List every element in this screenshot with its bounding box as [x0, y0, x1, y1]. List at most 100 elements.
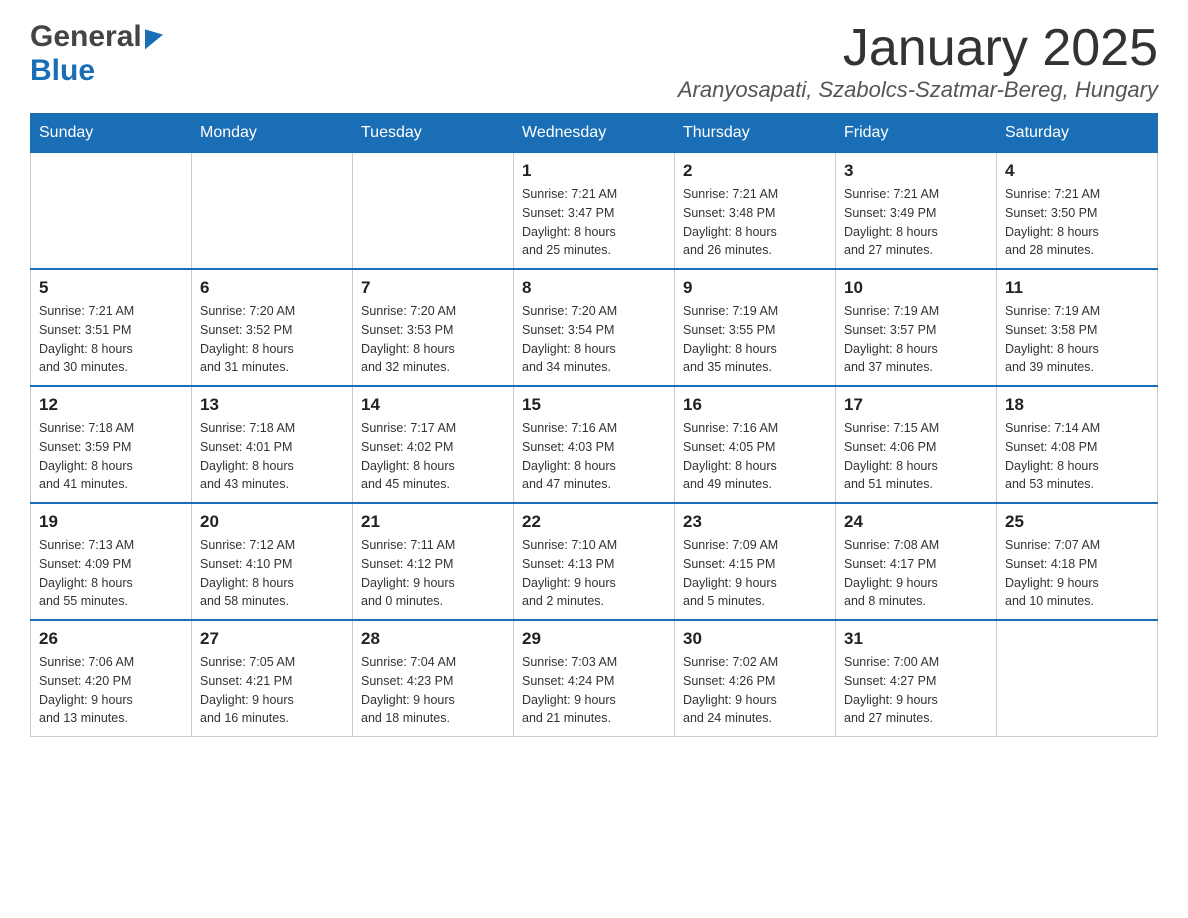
day-info: Sunrise: 7:16 AMSunset: 4:03 PMDaylight:…: [522, 419, 666, 494]
calendar-day-cell: 10 Sunrise: 7:19 AMSunset: 3:57 PMDayligh…: [836, 269, 997, 386]
weekday-header-row: SundayMondayTuesdayWednesdayThursdayFrid…: [31, 114, 1158, 153]
day-number: 8: [522, 278, 666, 298]
day-info: Sunrise: 7:19 AMSunset: 3:57 PMDaylight:…: [844, 302, 988, 377]
day-number: 23: [683, 512, 827, 532]
weekday-header-wednesday: Wednesday: [514, 114, 675, 153]
logo-arrow-icon: [145, 25, 163, 50]
day-number: 10: [844, 278, 988, 298]
day-info: Sunrise: 7:11 AMSunset: 4:12 PMDaylight:…: [361, 536, 505, 611]
calendar-week-row: 19 Sunrise: 7:13 AMSunset: 4:09 PMDayligh…: [31, 503, 1158, 620]
day-info: Sunrise: 7:07 AMSunset: 4:18 PMDaylight:…: [1005, 536, 1149, 611]
day-number: 1: [522, 161, 666, 181]
weekday-header-saturday: Saturday: [997, 114, 1158, 153]
calendar-day-cell: 3 Sunrise: 7:21 AMSunset: 3:49 PMDaylight…: [836, 153, 997, 270]
day-info: Sunrise: 7:18 AMSunset: 4:01 PMDaylight:…: [200, 419, 344, 494]
day-number: 13: [200, 395, 344, 415]
day-info: Sunrise: 7:00 AMSunset: 4:27 PMDaylight:…: [844, 653, 988, 728]
day-info: Sunrise: 7:06 AMSunset: 4:20 PMDaylight:…: [39, 653, 183, 728]
day-info: Sunrise: 7:04 AMSunset: 4:23 PMDaylight:…: [361, 653, 505, 728]
day-number: 3: [844, 161, 988, 181]
day-info: Sunrise: 7:19 AMSunset: 3:58 PMDaylight:…: [1005, 302, 1149, 377]
day-info: Sunrise: 7:21 AMSunset: 3:51 PMDaylight:…: [39, 302, 183, 377]
weekday-header-friday: Friday: [836, 114, 997, 153]
calendar-day-cell: 28 Sunrise: 7:04 AMSunset: 4:23 PMDayligh…: [353, 620, 514, 737]
calendar-day-cell: 30Sunrise: 7:02 AMSunset: 4:26 PMDayligh…: [675, 620, 836, 737]
day-number: 2: [683, 161, 827, 181]
logo: General Blue: [30, 20, 163, 88]
calendar-day-cell: 29 Sunrise: 7:03 AMSunset: 4:24 PMDayligh…: [514, 620, 675, 737]
calendar-day-cell: 31 Sunrise: 7:00 AMSunset: 4:27 PMDayligh…: [836, 620, 997, 737]
day-number: 30: [683, 629, 827, 649]
calendar-week-row: 26Sunrise: 7:06 AMSunset: 4:20 PMDayligh…: [31, 620, 1158, 737]
day-info: Sunrise: 7:20 AMSunset: 3:53 PMDaylight:…: [361, 302, 505, 377]
day-info: Sunrise: 7:21 AMSunset: 3:49 PMDaylight:…: [844, 185, 988, 260]
day-number: 5: [39, 278, 183, 298]
calendar-day-cell: 8 Sunrise: 7:20 AMSunset: 3:54 PMDaylight…: [514, 269, 675, 386]
page-header: General Blue January 2025 Aranyosapati, …: [30, 20, 1158, 103]
calendar-day-cell: 13 Sunrise: 7:18 AMSunset: 4:01 PMDayligh…: [192, 386, 353, 503]
calendar-day-cell: 26Sunrise: 7:06 AMSunset: 4:20 PMDayligh…: [31, 620, 192, 737]
day-number: 14: [361, 395, 505, 415]
day-info: Sunrise: 7:18 AMSunset: 3:59 PMDaylight:…: [39, 419, 183, 494]
day-info: Sunrise: 7:19 AMSunset: 3:55 PMDaylight:…: [683, 302, 827, 377]
day-number: 20: [200, 512, 344, 532]
day-info: Sunrise: 7:03 AMSunset: 4:24 PMDaylight:…: [522, 653, 666, 728]
calendar-day-cell: 17 Sunrise: 7:15 AMSunset: 4:06 PMDayligh…: [836, 386, 997, 503]
calendar-day-cell: [353, 153, 514, 270]
day-info: Sunrise: 7:21 AMSunset: 3:47 PMDaylight:…: [522, 185, 666, 260]
calendar-week-row: 12 Sunrise: 7:18 AMSunset: 3:59 PMDayligh…: [31, 386, 1158, 503]
calendar-table: SundayMondayTuesdayWednesdayThursdayFrid…: [30, 113, 1158, 737]
day-info: Sunrise: 7:15 AMSunset: 4:06 PMDaylight:…: [844, 419, 988, 494]
day-number: 29: [522, 629, 666, 649]
logo-blue-text: Blue: [30, 54, 95, 88]
day-number: 19: [39, 512, 183, 532]
day-number: 9: [683, 278, 827, 298]
calendar-day-cell: 1 Sunrise: 7:21 AMSunset: 3:47 PMDaylight…: [514, 153, 675, 270]
day-info: Sunrise: 7:20 AMSunset: 3:52 PMDaylight:…: [200, 302, 344, 377]
day-info: Sunrise: 7:21 AMSunset: 3:48 PMDaylight:…: [683, 185, 827, 260]
calendar-day-cell: 20 Sunrise: 7:12 AMSunset: 4:10 PMDayligh…: [192, 503, 353, 620]
calendar-day-cell: 14Sunrise: 7:17 AMSunset: 4:02 PMDayligh…: [353, 386, 514, 503]
calendar-day-cell: 15 Sunrise: 7:16 AMSunset: 4:03 PMDayligh…: [514, 386, 675, 503]
day-number: 6: [200, 278, 344, 298]
calendar-day-cell: 5 Sunrise: 7:21 AMSunset: 3:51 PMDaylight…: [31, 269, 192, 386]
title-section: January 2025 Aranyosapati, Szabolcs-Szat…: [678, 20, 1158, 103]
calendar-day-cell: 12 Sunrise: 7:18 AMSunset: 3:59 PMDayligh…: [31, 386, 192, 503]
day-number: 4: [1005, 161, 1149, 181]
day-number: 28: [361, 629, 505, 649]
calendar-day-cell: 24Sunrise: 7:08 AMSunset: 4:17 PMDayligh…: [836, 503, 997, 620]
weekday-header-monday: Monday: [192, 114, 353, 153]
calendar-day-cell: 21Sunrise: 7:11 AMSunset: 4:12 PMDayligh…: [353, 503, 514, 620]
day-number: 7: [361, 278, 505, 298]
day-info: Sunrise: 7:21 AMSunset: 3:50 PMDaylight:…: [1005, 185, 1149, 260]
logo-general-text: General: [30, 20, 142, 54]
calendar-day-cell: 18 Sunrise: 7:14 AMSunset: 4:08 PMDayligh…: [997, 386, 1158, 503]
day-info: Sunrise: 7:09 AMSunset: 4:15 PMDaylight:…: [683, 536, 827, 611]
calendar-day-cell: 6 Sunrise: 7:20 AMSunset: 3:52 PMDaylight…: [192, 269, 353, 386]
day-info: Sunrise: 7:10 AMSunset: 4:13 PMDaylight:…: [522, 536, 666, 611]
day-number: 17: [844, 395, 988, 415]
day-number: 31: [844, 629, 988, 649]
day-info: Sunrise: 7:14 AMSunset: 4:08 PMDaylight:…: [1005, 419, 1149, 494]
calendar-day-cell: [31, 153, 192, 270]
location-title: Aranyosapati, Szabolcs-Szatmar-Bereg, Hu…: [678, 77, 1158, 103]
calendar-day-cell: [192, 153, 353, 270]
day-info: Sunrise: 7:12 AMSunset: 4:10 PMDaylight:…: [200, 536, 344, 611]
month-title: January 2025: [678, 20, 1158, 77]
calendar-day-cell: [997, 620, 1158, 737]
day-number: 27: [200, 629, 344, 649]
day-number: 25: [1005, 512, 1149, 532]
day-number: 18: [1005, 395, 1149, 415]
day-info: Sunrise: 7:20 AMSunset: 3:54 PMDaylight:…: [522, 302, 666, 377]
weekday-header-sunday: Sunday: [31, 114, 192, 153]
day-info: Sunrise: 7:16 AMSunset: 4:05 PMDaylight:…: [683, 419, 827, 494]
calendar-day-cell: 7 Sunrise: 7:20 AMSunset: 3:53 PMDaylight…: [353, 269, 514, 386]
calendar-day-cell: 19 Sunrise: 7:13 AMSunset: 4:09 PMDayligh…: [31, 503, 192, 620]
calendar-day-cell: 22Sunrise: 7:10 AMSunset: 4:13 PMDayligh…: [514, 503, 675, 620]
weekday-header-tuesday: Tuesday: [353, 114, 514, 153]
day-number: 12: [39, 395, 183, 415]
calendar-day-cell: 23 Sunrise: 7:09 AMSunset: 4:15 PMDayligh…: [675, 503, 836, 620]
day-info: Sunrise: 7:13 AMSunset: 4:09 PMDaylight:…: [39, 536, 183, 611]
day-number: 15: [522, 395, 666, 415]
weekday-header-thursday: Thursday: [675, 114, 836, 153]
